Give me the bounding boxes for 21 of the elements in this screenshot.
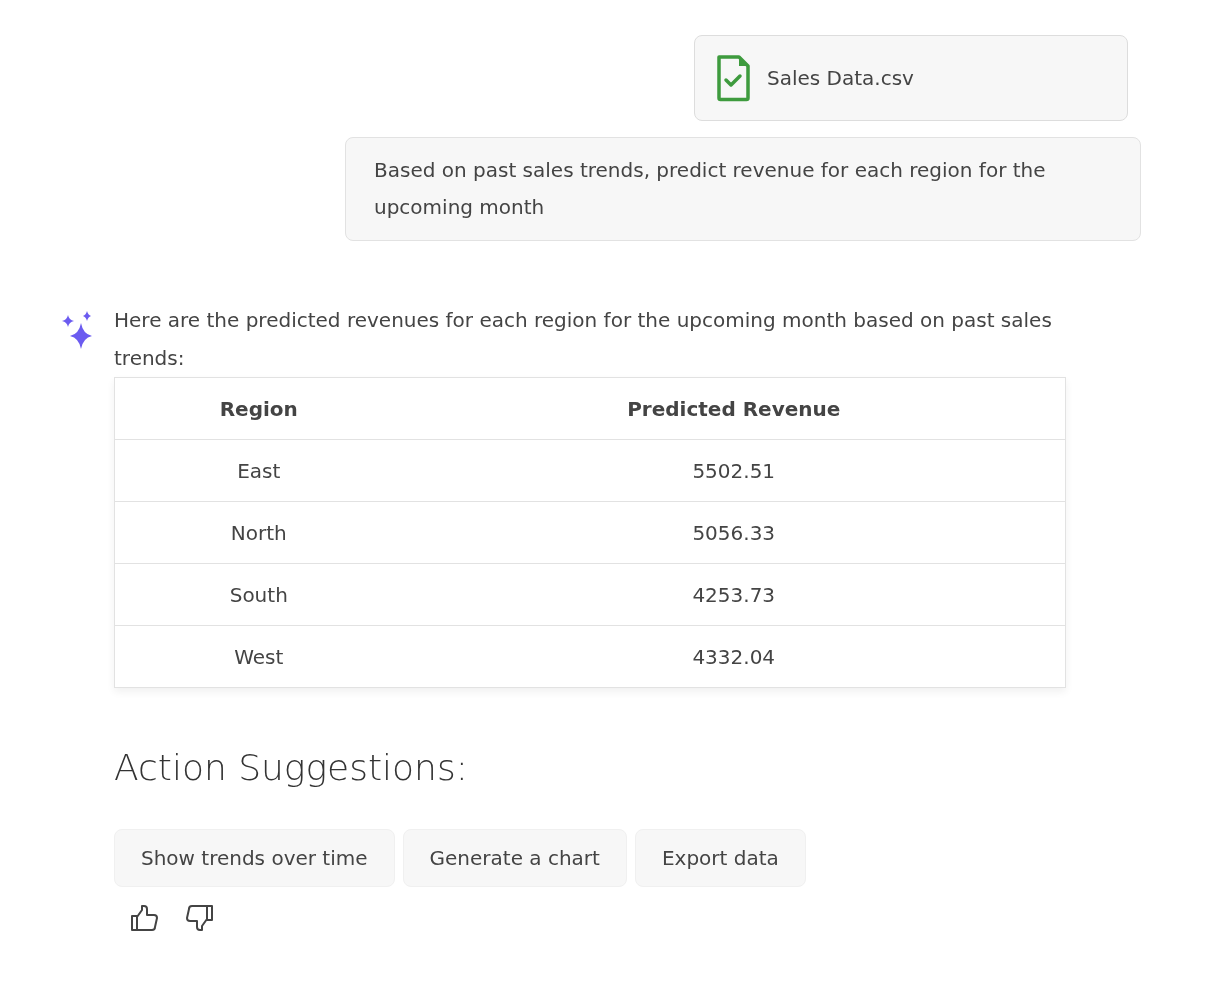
column-header: Predicted Revenue	[402, 377, 1066, 440]
file-name: Sales Data.csv	[767, 65, 914, 92]
table-cell: 5502.51	[402, 439, 1066, 502]
table-cell: East	[114, 439, 403, 502]
suggestion-button[interactable]: Generate a chart	[402, 829, 627, 888]
column-header: Region	[114, 377, 403, 440]
table-cell: North	[114, 501, 403, 564]
file-check-icon	[715, 54, 751, 102]
assistant-message: Here are the predicted revenues for each region for the upcoming month based on past sales trends:	[114, 307, 1053, 372]
thumbs-up-icon[interactable]	[130, 903, 160, 934]
file-attachment[interactable]: Sales Data.csv	[694, 35, 1128, 121]
table-cell: 5056.33	[402, 501, 1066, 564]
thumbs-down-icon[interactable]	[184, 903, 214, 934]
table-cell: South	[114, 563, 403, 626]
user-message: Based on past sales trends, predict revenue for each region for the upcoming month	[345, 137, 1141, 241]
table-cell: 4253.73	[402, 563, 1066, 626]
table-cell: 4332.04	[402, 625, 1066, 688]
section-heading: Action Suggestions:	[114, 746, 469, 790]
table-cell: West	[114, 625, 403, 688]
suggestion-button[interactable]: Export data	[634, 829, 806, 888]
suggestion-button[interactable]: Show trends over time	[114, 829, 395, 888]
